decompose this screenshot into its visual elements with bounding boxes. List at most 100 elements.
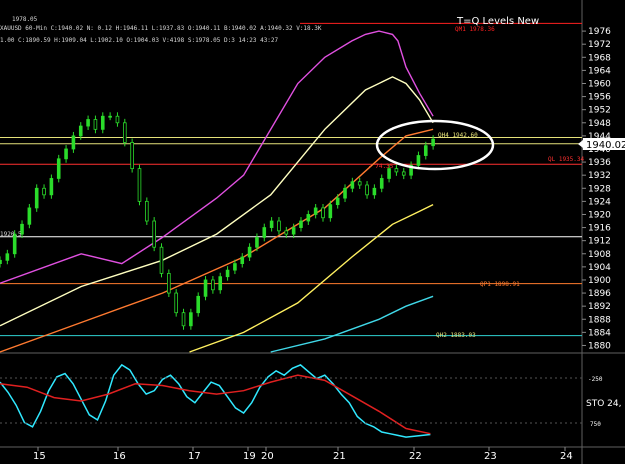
candle-body (394, 168, 399, 173)
candle-body (350, 181, 355, 189)
price-tick-label: 1952 (588, 106, 611, 116)
price-tick-label: 1936 (588, 158, 611, 168)
candle-body (328, 204, 333, 219)
date-tick-label: 17 (188, 451, 201, 462)
price-tick-label: 1964 (588, 66, 611, 76)
candle-body (5, 253, 10, 261)
candle-body (64, 148, 68, 160)
candle-body (299, 220, 303, 228)
candle-body (306, 214, 311, 222)
candle-body (240, 256, 245, 264)
candle-body (86, 119, 90, 127)
date-tick-label: 19 (243, 451, 256, 462)
date-tick-label: 16 (113, 451, 126, 462)
candle-body (247, 246, 252, 258)
candle-body (137, 168, 142, 202)
price-tick-label: 1932 (588, 171, 611, 181)
candle-body (343, 187, 347, 199)
price-tick-label: 1916 (588, 224, 611, 234)
candle-body (159, 246, 164, 274)
chart-window: { "chart_data": [ { "type": "line", "tit… (0, 0, 625, 464)
candle-body (42, 187, 46, 196)
stochastic-tick-lower: 750 (590, 421, 601, 428)
candle-body (167, 273, 171, 294)
candle-body (174, 292, 178, 314)
date-tick-label: 20 (261, 451, 274, 462)
candle-body (321, 207, 325, 219)
header-line-2: XAUUSD 60-Min C:1940.02 N: 0.12 H:1946.1… (0, 25, 322, 32)
candle-body (71, 135, 76, 150)
price-tick-label: 1900 (588, 276, 611, 286)
price-tick-label: 1928 (588, 184, 611, 194)
candle-body (387, 168, 391, 179)
candle-body (233, 263, 237, 271)
header-line-1: 1978.05 (12, 16, 38, 23)
price-tick-label: 1972 (588, 40, 611, 50)
candle-body (379, 178, 384, 189)
candle-body (211, 279, 215, 291)
level-annotation: - 74.35 (368, 163, 394, 170)
date-tick-label: 15 (33, 451, 46, 462)
price-tick-label: 1908 (588, 250, 611, 260)
price-tick-label: 1960 (588, 79, 611, 89)
price-chart: 1976197219681964196019561952194819441940… (0, 0, 625, 464)
candle-body (284, 230, 289, 235)
level-annotation: QH2 1883.03 (436, 332, 476, 339)
candle-body (108, 115, 112, 118)
candle-body (49, 178, 54, 196)
price-tick-label: 1948 (588, 119, 611, 129)
candle-body (152, 220, 156, 248)
candle-body (365, 184, 369, 196)
left-level-label: 1920.5 (0, 231, 22, 238)
candle-body (225, 269, 230, 278)
date-tick-label: 21 (333, 451, 346, 462)
price-tick-label: 1976 (588, 27, 611, 37)
main-plot-area (0, 18, 582, 352)
candle-body (269, 220, 274, 228)
candle-body (122, 122, 127, 143)
candle-body (431, 138, 435, 147)
price-tick-label: 1896 (588, 289, 611, 299)
candle-body (291, 227, 296, 235)
date-tick-label: 24 (560, 451, 573, 462)
candle-body (335, 197, 340, 206)
candle-body (189, 312, 193, 327)
price-tick-label: 1968 (588, 53, 611, 63)
candle-body (255, 236, 259, 248)
candle-body (145, 200, 149, 222)
candle-body (56, 158, 61, 179)
date-tick-label: 23 (484, 451, 497, 462)
price-tick-label: 1904 (588, 263, 611, 273)
price-axis-ticks: 1976197219681964196019561952194819441940… (582, 27, 611, 351)
candle-body (27, 207, 32, 225)
price-tick-label: 1880 (588, 341, 611, 351)
header-line-3: 1.00 C:1890.59 H:1909.04 L:1902.10 O:190… (0, 37, 279, 44)
candle-body (262, 227, 267, 238)
candle-body (372, 187, 377, 196)
price-tick-label: 1912 (588, 237, 611, 247)
candle-body (78, 125, 83, 137)
level-annotation: QH4 1942.60 (438, 132, 478, 139)
candle-body (203, 279, 208, 297)
candle-body (93, 119, 98, 130)
level-annotation: QM1 1978.36 (455, 26, 495, 33)
price-tick-label: 1884 (588, 328, 611, 338)
candle-body (423, 145, 428, 156)
candle-body (115, 115, 120, 124)
candle-body (0, 259, 2, 264)
price-tick-label: 1956 (588, 93, 611, 103)
stochastic-title: STO 24, (586, 399, 621, 409)
candle-body (130, 142, 134, 170)
price-tick-label: 1892 (588, 302, 611, 312)
candle-body (218, 276, 223, 291)
last-price-label: 1940.02 (586, 140, 625, 151)
stochastic-tick-upper: -250 (588, 376, 603, 383)
date-tick-label: 22 (409, 451, 422, 462)
candle-body (401, 171, 406, 176)
candle-body (357, 181, 362, 186)
price-tick-label: 1920 (588, 210, 611, 220)
level-annotation: QL 1935.34 (548, 156, 585, 163)
chart-title: T=Q Levels New (456, 16, 539, 27)
price-tick-label: 1888 (588, 315, 611, 325)
candle-body (313, 207, 318, 215)
